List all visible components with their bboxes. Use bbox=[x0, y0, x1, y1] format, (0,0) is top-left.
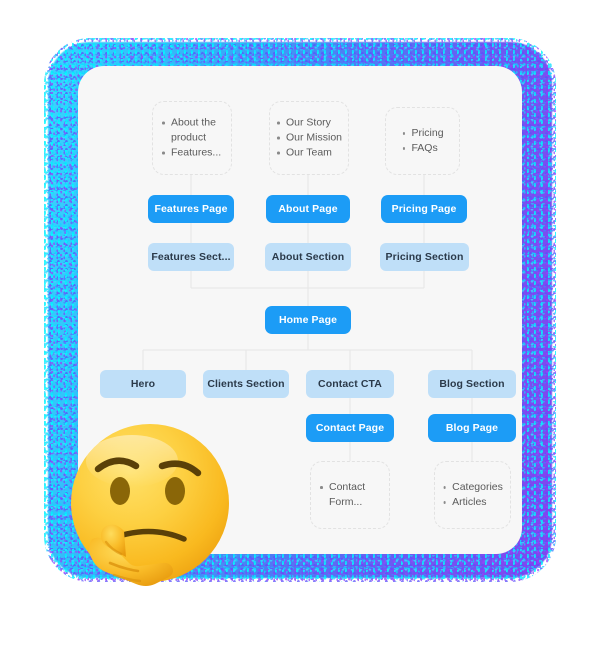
list-item: Our Team bbox=[276, 146, 342, 161]
list-item: Categories bbox=[442, 480, 503, 495]
list-item: Articles bbox=[442, 495, 503, 510]
list-box-blog[interactable]: Categories Articles bbox=[434, 461, 511, 529]
list-item: Contact Form... bbox=[319, 480, 381, 510]
list-box-about[interactable]: Our Story Our Mission Our Team bbox=[269, 101, 349, 175]
list-box-features[interactable]: About the product Features... bbox=[152, 101, 232, 175]
node-contact-cta-section[interactable]: Contact CTA bbox=[306, 370, 394, 398]
node-about-section[interactable]: About Section bbox=[265, 243, 351, 271]
node-blog-section[interactable]: Blog Section bbox=[428, 370, 516, 398]
node-pricing-section[interactable]: Pricing Section bbox=[380, 243, 469, 271]
thinking-face-icon bbox=[71, 424, 229, 586]
list-item: Our Story bbox=[276, 116, 342, 131]
node-about-page[interactable]: About Page bbox=[266, 195, 350, 223]
node-hero-section[interactable]: Hero bbox=[100, 370, 186, 398]
node-contact-page[interactable]: Contact Page bbox=[306, 414, 394, 442]
node-features-page[interactable]: Features Page bbox=[148, 195, 234, 223]
node-clients-section[interactable]: Clients Section bbox=[203, 370, 289, 398]
list-item: Pricing bbox=[401, 126, 444, 141]
list-item: FAQs bbox=[401, 141, 443, 156]
list-item: Features... bbox=[161, 146, 223, 161]
list-box-pricing[interactable]: Pricing FAQs bbox=[385, 107, 460, 175]
node-blog-page[interactable]: Blog Page bbox=[428, 414, 516, 442]
node-home-page[interactable]: Home Page bbox=[265, 306, 351, 334]
node-features-section[interactable]: Features Sect... bbox=[148, 243, 234, 271]
list-item: Our Mission bbox=[276, 131, 342, 146]
node-pricing-page[interactable]: Pricing Page bbox=[381, 195, 467, 223]
list-box-contact[interactable]: Contact Form... bbox=[310, 461, 390, 529]
list-item: About the product bbox=[161, 116, 223, 146]
